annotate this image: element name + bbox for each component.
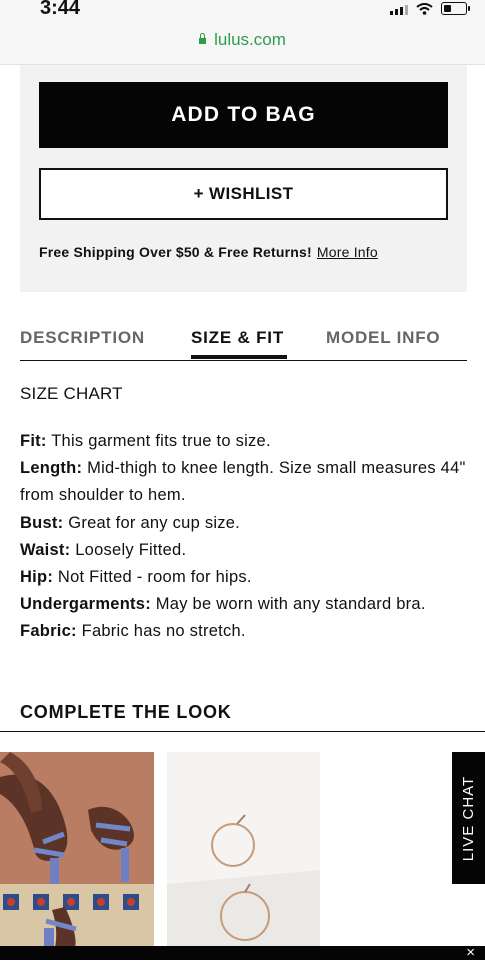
waist-detail: Waist: Loosely Fitted. [20,540,187,559]
undergarments-detail: Undergarments: May be worn with any stan… [20,595,426,614]
status-bar: 3:44 [0,0,485,22]
wifi-icon [416,2,433,15]
active-tab-indicator [191,355,287,359]
fit-detail: Fit: This garment fits true to size. [20,432,271,450]
tab-model-info[interactable]: MODEL INFO [326,328,440,348]
section-divider [0,731,485,732]
product-sandals-image[interactable] [0,752,154,948]
sandals-illustration [0,752,154,948]
status-time: 3:44 [40,0,81,19]
bust-detail: Bust: Great for any cup size. [20,513,241,532]
live-chat-label: LIVE CHAT [460,775,477,861]
shipping-info: Free Shipping Over $50 & Free Returns! Mo… [39,244,378,260]
live-chat-button[interactable]: LIVE CHAT [452,752,485,884]
status-icons [390,2,470,15]
fabric-detail: Fabric: Fabric has no stretch. [20,622,246,641]
wishlist-button[interactable]: + WISHLIST [39,168,448,220]
lock-icon [199,33,207,44]
tab-size-fit[interactable]: SIZE & FIT [191,328,284,348]
bottom-banner [0,946,485,960]
add-to-bag-button[interactable]: ADD TO BAG [39,82,448,148]
size-chart-link[interactable]: SIZE CHART [20,384,123,404]
close-icon[interactable]: × [466,945,475,960]
earrings-illustration [167,752,320,948]
size-fit-details: Fit: This garment fits true to size. Len… [20,428,470,646]
product-hoop-earrings-image[interactable] [167,752,320,948]
hip-detail: Hip: Not Fitted - room for hips. [20,568,252,587]
more-info-link[interactable]: More Info [317,244,378,260]
url-text: lulus.com [214,30,286,49]
product-tabs: DESCRIPTION SIZE & FIT MODEL INFO [20,324,467,361]
signal-icon [390,3,408,15]
battery-icon [441,2,470,15]
shipping-text: Free Shipping Over $50 & Free Returns! [39,244,312,260]
tab-description[interactable]: DESCRIPTION [20,328,145,348]
complete-the-look-heading: COMPLETE THE LOOK [20,702,232,722]
browser-url-bar[interactable]: lulus.com [0,22,485,65]
length-detail: Length: Mid-thigh to knee length. Size s… [20,459,466,505]
